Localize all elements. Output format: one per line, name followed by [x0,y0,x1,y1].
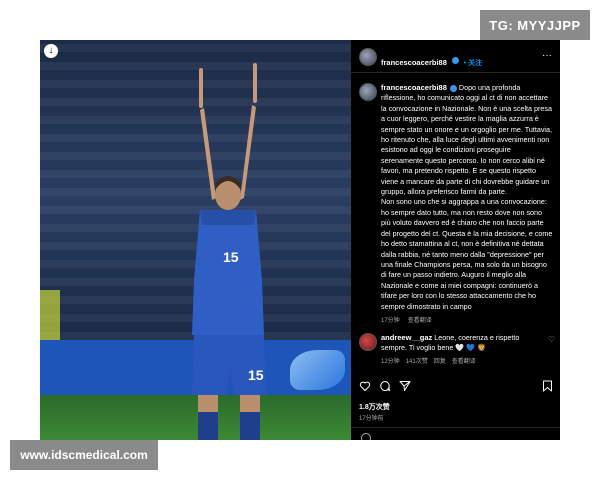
post-side-panel: francescoacerbi88 • 关注 ··· francescoacer… [351,40,560,440]
header-user-line: francescoacerbi88 • 关注 [381,52,482,70]
divider [351,427,560,428]
caption-text-block: francescoacerbi88 Dopo una profonda rifl… [381,83,553,326]
caption-username[interactable]: francescoacerbi88 [381,83,447,92]
comment-text-block: andreew__gaz Leone, coerenza e rispetto … [381,333,541,367]
watermark-top: TG: MYYJJPP [480,10,590,40]
follow-button[interactable]: • 关注 [464,60,482,67]
caption-body: Dopo una profonda riflessione, ho comuni… [381,83,553,311]
comment-icon[interactable] [379,380,391,392]
jersey-number-chest: 15 [223,249,239,265]
caption-meta: 17分钟 查看翻译 [381,315,553,326]
comment-avatar[interactable] [359,333,377,351]
heart-icon[interactable] [359,380,371,392]
player-figure: 15 15 [192,63,266,440]
instagram-post: ↓ 15 15 francescoacerbi88 • 关注 ··· franc… [40,40,560,440]
comment-meta: 12分钟 141次赞 回复 查看翻译 [381,356,541,367]
caption-avatar[interactable] [359,83,377,101]
comment-likes: 141次赞 [405,358,428,365]
post-header: francescoacerbi88 • 关注 ··· [351,40,560,73]
bookmark-icon[interactable] [542,380,553,392]
share-icon[interactable] [399,380,411,392]
verified-icon [449,84,457,92]
download-icon[interactable]: ↓ [44,44,58,58]
comment-time: 12分钟 [381,358,400,365]
comment-reply-button[interactable]: 回复 [434,359,446,365]
like-count[interactable]: 1.8万次赞 [359,402,390,412]
more-icon[interactable]: ··· [542,50,552,61]
comment-translate-link[interactable]: 查看翻译 [452,359,476,365]
verified-icon [452,57,460,65]
watermark-bottom: www.idscmedical.com [10,440,158,470]
header-username[interactable]: francescoacerbi88 [381,58,447,67]
board-logo [290,350,345,390]
post-photo[interactable]: ↓ 15 15 [40,40,351,440]
action-bar [359,378,555,396]
caption-time: 17分钟 [381,317,400,324]
emoji-icon[interactable] [361,433,371,440]
caption-translate-link[interactable]: 查看翻译 [408,318,432,324]
post-time: 17分钟前 [359,416,384,422]
jersey-number-shorts: 15 [248,367,264,383]
comment-like-icon[interactable]: ♡ [548,335,555,345]
comment-username[interactable]: andreew__gaz [381,333,432,342]
avatar[interactable] [359,48,377,66]
